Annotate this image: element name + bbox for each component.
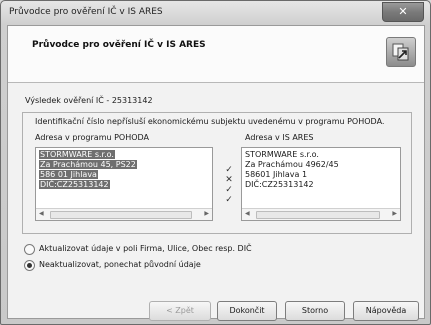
title-bar[interactable]: Průvodce pro ověření IČ v IS ARES ✕ [1, 1, 430, 25]
match-check-icon: ✓ [225, 195, 233, 205]
pohoda-address-line[interactable]: DIČ:CZ25313142 [39, 180, 110, 189]
pohoda-address-header: Adresa v programu POHODA [35, 133, 150, 142]
back-button[interactable]: < Zpět [149, 301, 211, 321]
scroll-right-icon[interactable]: ▶ [392, 210, 397, 217]
close-icon: ✕ [398, 5, 408, 18]
address-comparison-group: Identifikační číslo nepřísluší ekonomick… [22, 112, 412, 234]
verification-result-label: Výsledek ověření IČ - 25313142 [25, 96, 153, 105]
scroll-right-icon[interactable]: ▶ [204, 210, 209, 217]
match-check-icon: ✓ [225, 185, 233, 195]
scroll-left-icon[interactable]: ◀ [39, 210, 44, 217]
scroll-left-icon[interactable]: ◀ [245, 210, 250, 217]
pohoda-address-line[interactable]: 586 01 Jihlava [39, 170, 98, 179]
ares-address-line[interactable]: 58601 Jihlava 1 [245, 170, 307, 179]
pohoda-address-line[interactable]: STORMWARE s.r.o. [39, 150, 115, 159]
close-button[interactable]: ✕ [382, 2, 424, 22]
scroll-thumb[interactable] [50, 211, 192, 219]
update-radio[interactable] [24, 244, 35, 255]
no-update-option-label[interactable]: Neaktualizovat, ponechat původní údaje [39, 260, 201, 269]
wizard-client: Průvodce pro ověření IČ v IS ARES Výsled… [7, 25, 425, 319]
match-check-icon: ✓ [225, 165, 233, 175]
mismatch-message: Identifikační číslo nepřísluší ekonomick… [35, 117, 385, 126]
scroll-thumb[interactable] [256, 211, 380, 219]
pohoda-address-list[interactable]: STORMWARE s.r.o. Za Prachámou 45, PS22 5… [35, 147, 213, 221]
help-button[interactable]: Nápověda [353, 301, 419, 321]
ares-address-line[interactable]: DIČ:CZ25313142 [245, 180, 314, 189]
no-update-radio[interactable] [24, 260, 35, 271]
update-option-label[interactable]: Aktualizovat údaje v poli Firma, Ulice, … [39, 244, 252, 253]
pohoda-horizontal-scrollbar[interactable]: ◀ ▶ [36, 208, 212, 220]
mismatch-cross-icon: ✕ [225, 175, 233, 185]
pohoda-address-line[interactable]: Za Prachámou 45, PS22 [39, 160, 137, 169]
ares-address-line[interactable]: Za Prachámou 4962/45 [245, 160, 339, 169]
ares-horizontal-scrollbar[interactable]: ◀ ▶ [242, 208, 400, 220]
window-title: Průvodce pro ověření IČ v IS ARES [9, 7, 163, 17]
page-title: Průvodce pro ověření IČ v IS ARES [32, 40, 206, 50]
wizard-window: Průvodce pro ověření IČ v IS ARES ✕ Prův… [0, 0, 431, 325]
finish-button[interactable]: Dokončit [217, 301, 277, 321]
ares-address-list[interactable]: STORMWARE s.r.o. Za Prachámou 4962/45 58… [241, 147, 401, 221]
wizard-header: Průvodce pro ověření IČ v IS ARES [8, 26, 424, 83]
cancel-button[interactable]: Storno [285, 301, 345, 321]
ares-address-header: Adresa v IS ARES [245, 133, 314, 142]
ares-address-line[interactable]: STORMWARE s.r.o. [245, 150, 319, 159]
ares-wizard-icon [386, 37, 416, 67]
